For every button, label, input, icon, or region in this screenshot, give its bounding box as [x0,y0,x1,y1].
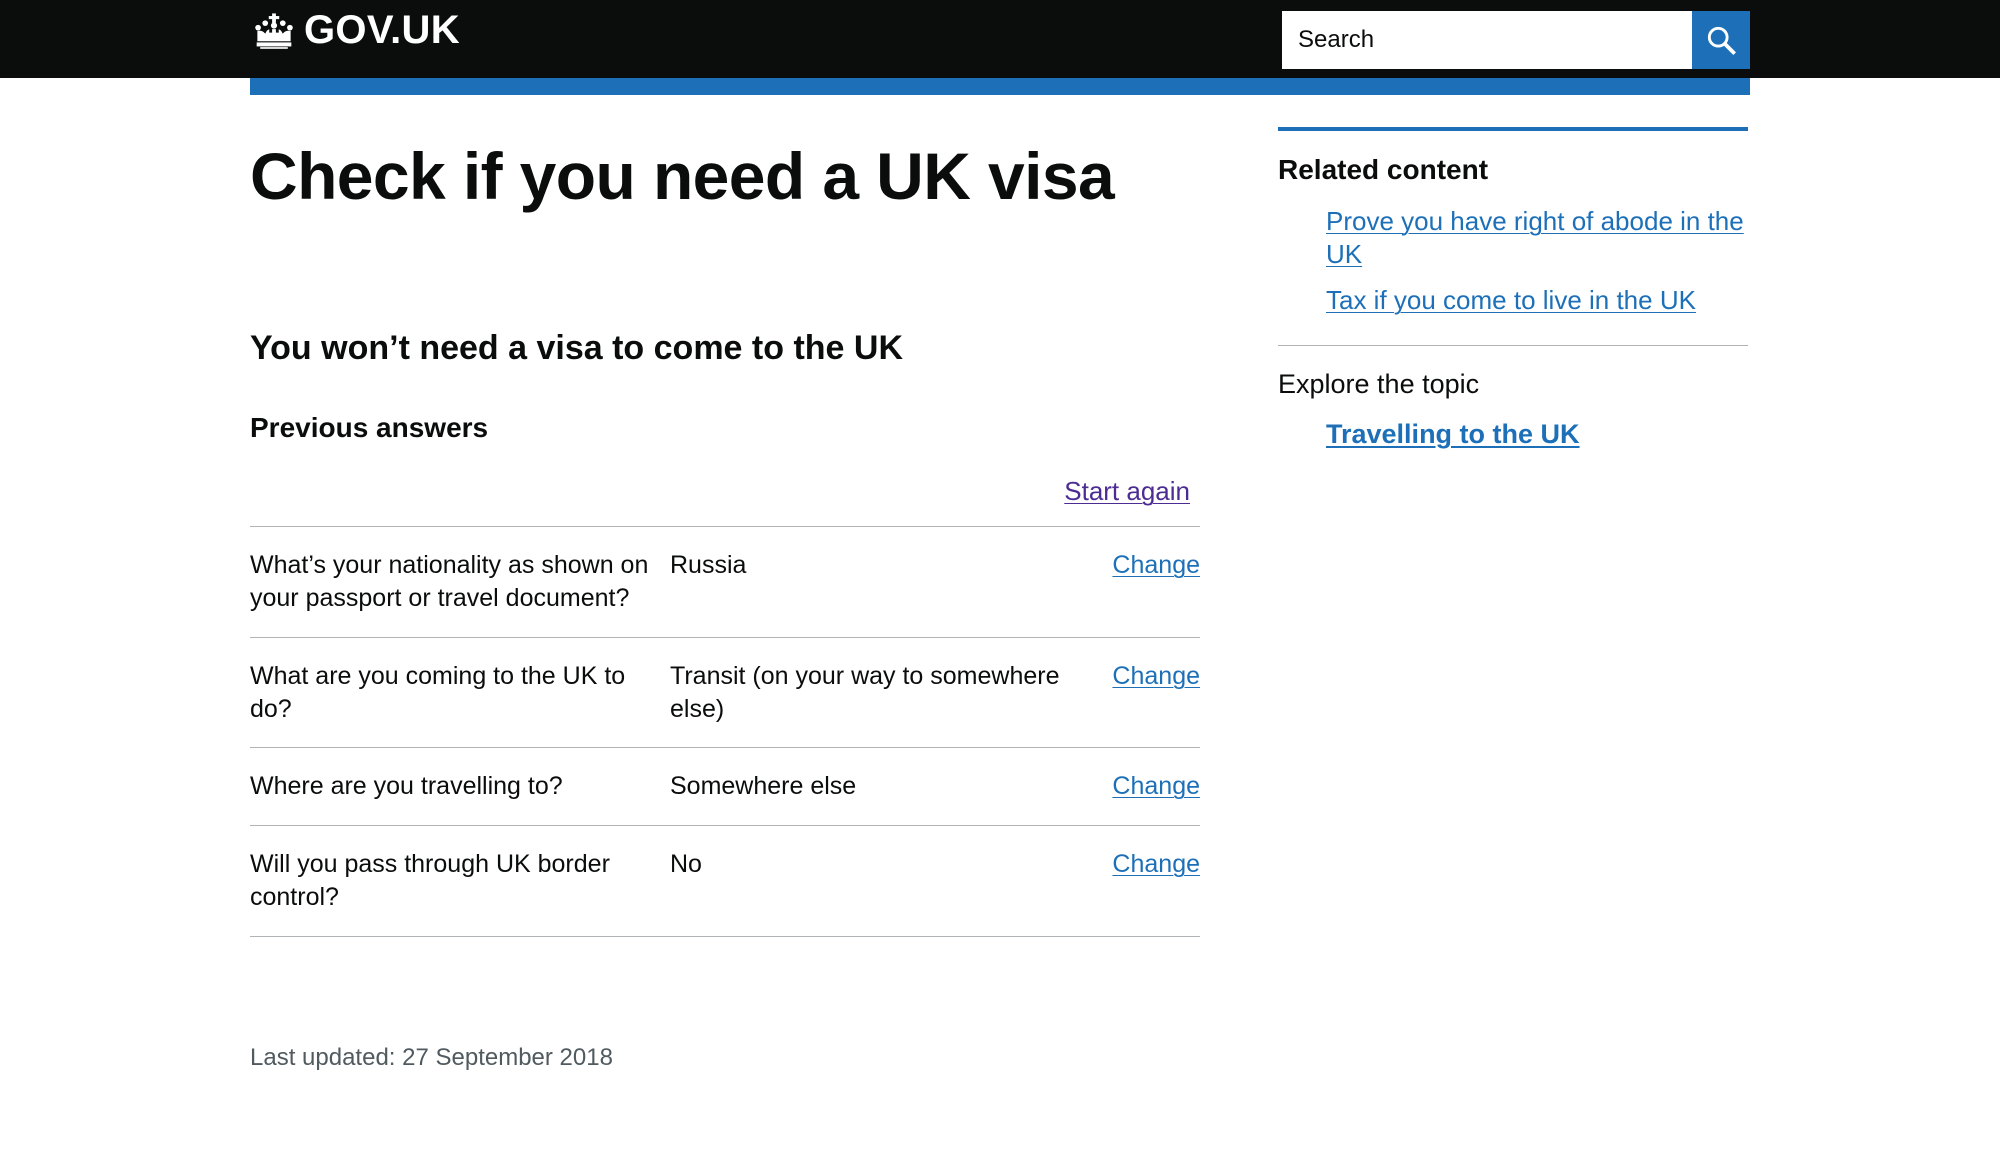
list-item: Tax if you come to live in the UK [1326,284,1748,317]
explore-topic-list: Travelling to the UK [1278,401,1748,450]
change-link[interactable]: Change [1112,850,1200,878]
change-cell: Change [1070,637,1200,748]
search-input[interactable] [1282,11,1692,69]
govuk-logo-text: GOV.UK [304,8,460,52]
explore-topic-title: Explore the topic [1278,369,1480,400]
change-link[interactable]: Change [1112,551,1200,579]
change-link[interactable]: Change [1112,772,1200,800]
header-accent-bar [250,78,1750,95]
search-icon [1706,25,1736,55]
answer-value: Russia [670,551,747,580]
change-link[interactable]: Change [1112,662,1200,690]
previous-answers-table: What’s your nationality as shown on your… [250,526,1200,937]
main-content-column: Check if you need a UK visa You won’t ne… [250,95,1200,1073]
list-item: Travelling to the UK [1326,419,1748,450]
govuk-global-header: GOV.UK [0,0,2000,78]
answer-value: Somewhere else [670,772,857,801]
change-cell: Change [1070,748,1200,826]
related-content-list: Prove you have right of abode in the UK … [1278,187,1748,318]
change-cell: Change [1070,527,1200,638]
header-inner: GOV.UK [250,0,1750,78]
last-updated-text: Last updated: 27 September 2018 [250,1043,613,1071]
answer-question: What’s your nationality as shown on your… [250,551,649,613]
list-item: Prove you have right of abode in the UK [1326,205,1748,272]
table-row: Will you pass through UK border control?… [250,826,1200,937]
answer-value: Transit (on your way to somewhere else) [670,661,1060,723]
start-again-row: Start again [250,444,1200,507]
table-row: What’s your nationality as shown on your… [250,526,1200,638]
table-row: What are you coming to the UK to do? Tra… [250,637,1200,748]
govuk-logo-link[interactable]: GOV.UK [250,10,460,51]
related-content-title: Related content [1278,154,1489,185]
previous-answers-heading: Previous answers [250,411,489,443]
related-link[interactable]: Prove you have right of abode in the UK [1326,206,1744,269]
answer-question: Where are you travelling to? [250,772,563,801]
start-again-link[interactable]: Start again [1064,476,1190,506]
change-cell: Change [1070,826,1200,937]
search-submit-button[interactable] [1692,11,1750,69]
page-title: Check if you need a UK visa [250,139,1115,213]
sidebar: Related content Prove you have right of … [1278,127,1748,463]
answer-question: What are you coming to the UK to do? [250,661,626,723]
table-row: Where are you travelling to? Somewhere e… [250,748,1200,826]
crown-icon [250,12,298,50]
answer-question: Will you pass through UK border control? [250,850,610,911]
related-link[interactable]: Tax if you come to live in the UK [1326,285,1696,315]
explore-topic-link[interactable]: Travelling to the UK [1326,419,1580,449]
answer-value: No [670,850,702,879]
site-search-form [1282,11,1750,69]
outcome-heading: You won’t need a visa to come to the UK [250,328,904,367]
